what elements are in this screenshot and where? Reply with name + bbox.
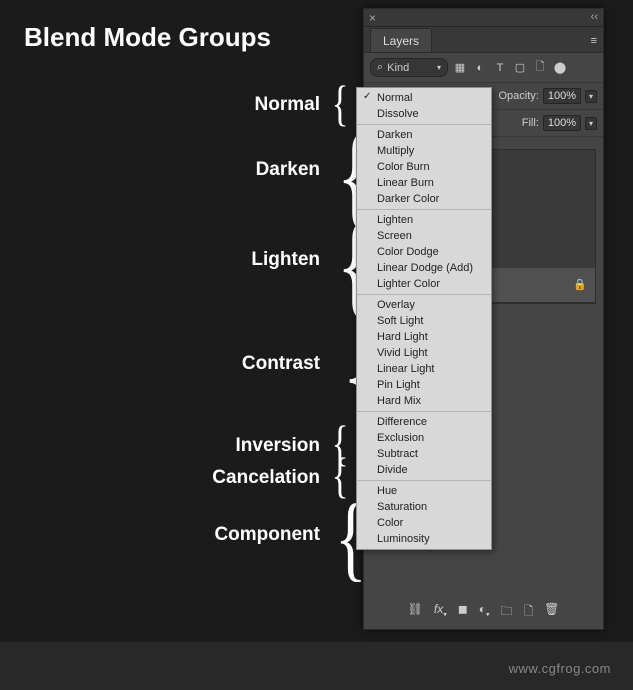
blend-mode-item[interactable]: Overlay <box>357 297 491 313</box>
blend-mode-dropdown[interactable]: NormalDissolveDarkenMultiplyColor BurnLi… <box>356 87 492 550</box>
blend-mode-item[interactable]: Lighten <box>357 212 491 228</box>
opacity-arrow[interactable]: ▾ <box>585 90 597 103</box>
label-lighten: Lighten <box>20 249 320 271</box>
filter-kind-select[interactable]: ⌕ Kind ▾ <box>370 58 448 77</box>
blend-mode-item[interactable]: Hard Light <box>357 329 491 345</box>
label-cancelation: Cancelation <box>20 467 320 489</box>
group-icon[interactable]: 🗀 <box>500 602 512 623</box>
panel-footer: ⛓ fx▾ ◼ ◐▾ 🗀 🗋 🗑 <box>364 602 603 623</box>
footer-credit: www.cgfrog.com <box>509 661 611 676</box>
filter-smart-icon[interactable]: 🗋 <box>532 60 548 76</box>
close-icon[interactable]: × <box>369 11 376 25</box>
blend-mode-item[interactable]: Lighter Color <box>357 276 491 292</box>
blend-mode-item[interactable]: Normal <box>357 90 491 106</box>
label-component: Component <box>20 524 320 546</box>
label-normal: Normal <box>20 94 320 116</box>
mask-icon[interactable]: ◼ <box>458 602 468 623</box>
blend-mode-item[interactable]: Soft Light <box>357 313 491 329</box>
tab-layers[interactable]: Layers <box>370 28 432 52</box>
adjustment-icon[interactable]: ◐▾ <box>479 602 490 623</box>
filter-row: ⌕ Kind ▾ ▦ ◐ T ▢ 🗋 ⬤ <box>364 53 603 83</box>
blend-mode-item[interactable]: Saturation <box>357 499 491 515</box>
blend-mode-item[interactable]: Vivid Light <box>357 345 491 361</box>
blend-mode-item[interactable]: Luminosity <box>357 531 491 547</box>
collapse-icon[interactable]: ‹‹ <box>591 11 598 23</box>
blend-mode-item[interactable]: Multiply <box>357 143 491 159</box>
blend-mode-item[interactable]: Hue <box>357 483 491 499</box>
link-icon[interactable]: ⛓ <box>408 602 423 623</box>
blend-mode-item[interactable]: Darken <box>357 127 491 143</box>
blend-mode-item[interactable]: Difference <box>357 414 491 430</box>
fill-value[interactable]: 100% <box>543 115 581 131</box>
blend-mode-item[interactable]: Divide <box>357 462 491 478</box>
filter-adjust-icon[interactable]: ◐ <box>472 60 488 76</box>
opacity-label: Opacity: <box>498 90 538 102</box>
blend-mode-item[interactable]: Darker Color <box>357 191 491 207</box>
layer-lock-icon: 🔒 <box>573 278 587 291</box>
filter-shape-icon[interactable]: ▢ <box>512 60 528 76</box>
delete-icon[interactable]: 🗑 <box>544 602 559 623</box>
label-inversion: Inversion <box>20 435 320 457</box>
page-title: Blend Mode Groups <box>24 22 271 53</box>
panel-header: × ‹‹ <box>364 9 603 27</box>
new-layer-icon[interactable]: 🗋 <box>523 602 533 623</box>
blend-mode-item[interactable]: Hard Mix <box>357 393 491 409</box>
filter-type-icon[interactable]: T <box>492 60 508 76</box>
opacity-value[interactable]: 100% <box>543 88 581 104</box>
blend-mode-item[interactable]: Exclusion <box>357 430 491 446</box>
panel-menu-icon[interactable]: ≡ <box>591 35 597 47</box>
fill-arrow[interactable]: ▾ <box>585 117 597 130</box>
chevron-down-icon: ▾ <box>437 63 441 72</box>
filter-toggle-icon[interactable]: ⬤ <box>552 60 568 76</box>
label-darken: Darken <box>20 159 320 181</box>
blend-mode-item[interactable]: Screen <box>357 228 491 244</box>
blend-mode-item[interactable]: Subtract <box>357 446 491 462</box>
label-contrast: Contrast <box>20 353 320 375</box>
blend-mode-item[interactable]: Dissolve <box>357 106 491 122</box>
blend-mode-item[interactable]: Color Dodge <box>357 244 491 260</box>
fx-icon[interactable]: fx▾ <box>434 602 447 623</box>
blend-mode-item[interactable]: Linear Dodge (Add) <box>357 260 491 276</box>
filter-pixel-icon[interactable]: ▦ <box>452 60 468 76</box>
blend-mode-item[interactable]: Color <box>357 515 491 531</box>
blend-mode-item[interactable]: Color Burn <box>357 159 491 175</box>
filter-kind-label: Kind <box>387 62 409 74</box>
blend-mode-item[interactable]: Pin Light <box>357 377 491 393</box>
tab-bar: Layers ≡ <box>364 27 603 53</box>
blend-mode-item[interactable]: Linear Light <box>357 361 491 377</box>
blend-mode-item[interactable]: Linear Burn <box>357 175 491 191</box>
search-icon: ⌕ <box>377 61 383 74</box>
fill-label: Fill: <box>522 117 539 129</box>
